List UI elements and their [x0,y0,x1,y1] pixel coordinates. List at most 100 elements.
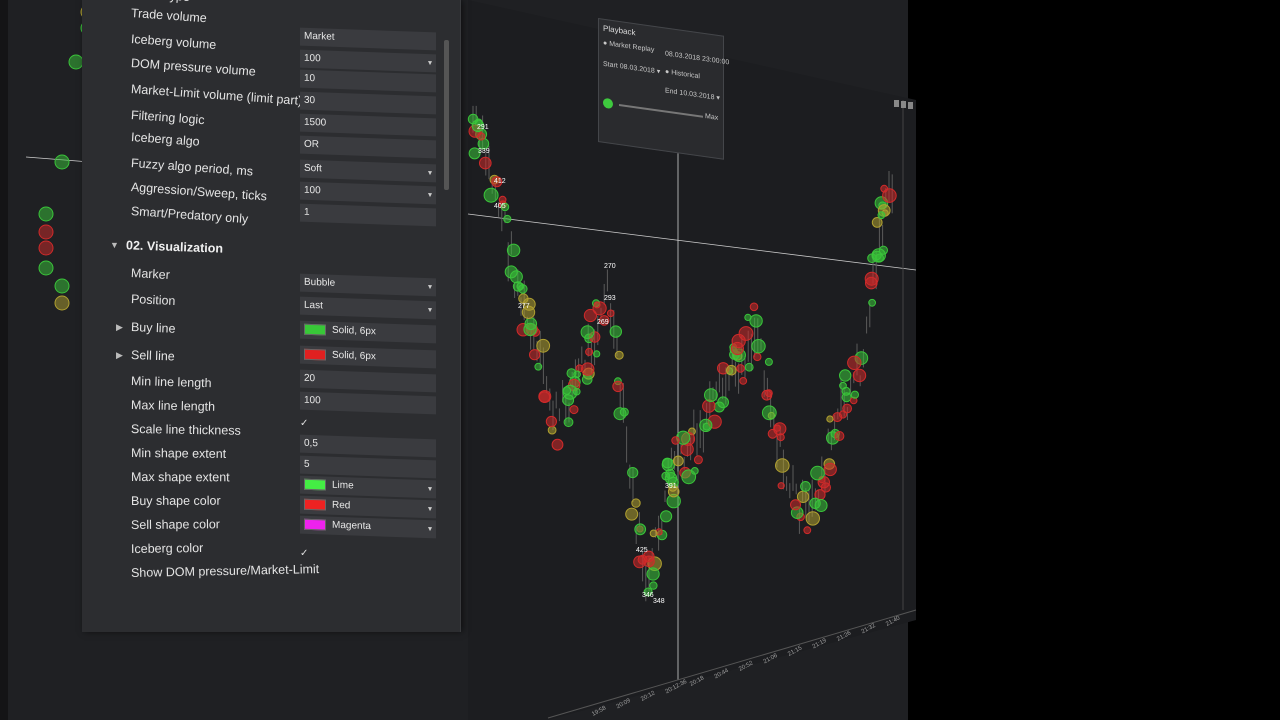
volume-bubble [777,482,785,490]
volume-bubble [583,308,598,323]
chevron-down-icon[interactable]: ▾ [428,164,432,182]
end-field[interactable]: End 10.03.2018 ▾ [665,86,720,102]
bubble-label: 405 [494,203,506,210]
chevron-down-icon[interactable]: ▾ [428,278,432,296]
volume-bubble [661,458,675,472]
chevron-down-icon[interactable]: ▾ [428,520,432,538]
volume-bubble [627,467,639,479]
property-label: Show DOM pressure/Market-Limit [130,562,320,580]
volume-bubble [580,325,595,340]
historical-label: Historical [671,69,700,81]
volume-bubble [581,374,593,385]
volume-bubble [738,326,754,341]
color-swatch [304,323,326,336]
property-value-text: Red [332,499,351,512]
property-value[interactable]: 0,5 [300,434,436,458]
volume-bubble [749,302,759,312]
property-value[interactable]: 20 [300,369,436,393]
property-value-text: OR [304,138,319,151]
volume-bubble [518,293,529,304]
minimize-icon[interactable] [894,100,899,107]
volume-bubble [593,301,601,309]
volume-bubble [613,407,627,421]
end-label: End [665,87,678,97]
volume-bubble [834,431,845,441]
volume-bubble [761,405,777,421]
property-label: Position [130,292,176,309]
start-field[interactable]: Start 08.03.2018 ▾ [603,60,660,76]
color-swatch [304,518,326,531]
property-value[interactable]: 30 [300,91,436,115]
volume-bubble [803,526,812,535]
maximize-icon[interactable] [901,101,906,108]
property-value[interactable]: OR [300,135,436,159]
timestamp: 08.03.2018 23:00:00 [665,50,730,67]
volume-bubble [823,462,837,477]
property-value[interactable]: 100 ▾ [300,181,436,205]
property-value[interactable]: Red ▾ [300,495,436,519]
chevron-down-icon[interactable]: ▾ [428,480,432,498]
property-label: Order type [131,0,191,4]
chevron-down-icon[interactable]: ▾ [428,301,432,319]
property-value[interactable]: 1 [300,203,436,227]
property-value-text: 1500 [304,116,327,129]
expand-icon[interactable]: ▶ [116,322,123,333]
close-icon[interactable] [908,102,913,109]
properties-panel[interactable]: Order type Trade volume Market Iceberg volu… [82,0,461,632]
volume-bubble [660,510,673,523]
property-value[interactable]: 100 ▾ [300,49,436,73]
volume-bubble [878,245,889,255]
volume-bubble [672,455,684,467]
volume-bubble [847,355,862,370]
chevron-down-icon[interactable]: ▾ [428,500,432,518]
property-value[interactable]: 5 [300,455,436,479]
volume-bubble [625,507,639,521]
property-value[interactable]: Solid, 6px [300,320,436,344]
chevron-down-icon[interactable]: ▾ [428,186,432,204]
chevron-down-icon[interactable]: ▾ [428,54,432,72]
market-replay-radio[interactable]: ● Market Replay [603,40,654,54]
property-checkbox[interactable]: ✓ [300,418,308,429]
property-value[interactable]: Last ▾ [300,296,436,320]
volume-bubble [38,224,54,240]
market-replay-label: Market Replay [609,40,655,54]
volume-bubble [545,415,558,428]
property-checkbox[interactable]: ✓ [300,548,308,559]
volume-bubble [704,388,718,403]
properties-scrollbar[interactable] [444,40,449,190]
volume-bubble [477,132,486,141]
historical-radio[interactable]: ● Historical [665,68,700,80]
color-swatch [304,478,326,491]
volume-bubble [569,405,579,415]
volume-bubble [726,364,737,376]
volume-bubble [536,338,551,353]
property-value[interactable]: 10 [300,69,436,93]
volume-bubble [877,211,886,220]
property-label: Iceberg color [130,540,204,556]
volume-bubble [504,265,518,279]
volume-bubble [751,339,766,354]
property-value[interactable]: Solid, 6px [300,345,436,369]
property-label: Scale line thickness [130,422,241,438]
playback-dialog[interactable]: Playback ● Market Replay 08.03.2018 23:0… [598,18,729,160]
property-value[interactable]: Lime ▾ [300,475,436,499]
volume-bubble [479,156,492,170]
property-value-text: 20 [304,372,316,385]
property-value-text: Solid, 6px [332,349,376,363]
property-value[interactable]: 1500 [300,113,436,137]
property-label: Sell shape color [130,517,221,532]
playback-slider[interactable] [619,103,703,118]
property-value[interactable]: Soft ▾ [300,159,436,183]
volume-bubble [681,469,697,485]
property-value[interactable]: Bubble ▾ [300,273,436,297]
volume-bubble [852,368,867,383]
section-title[interactable]: 02. Visualization [126,238,223,255]
collapse-icon[interactable]: ▼ [110,240,119,250]
volume-bubble [730,341,745,356]
property-value[interactable]: Market [300,27,436,51]
property-value[interactable]: Magenta ▾ [300,515,436,539]
property-value[interactable]: 100 [300,391,436,415]
bubble-label: 339 [478,148,490,155]
expand-icon[interactable]: ▶ [116,350,123,361]
play-icon[interactable] [603,97,613,110]
